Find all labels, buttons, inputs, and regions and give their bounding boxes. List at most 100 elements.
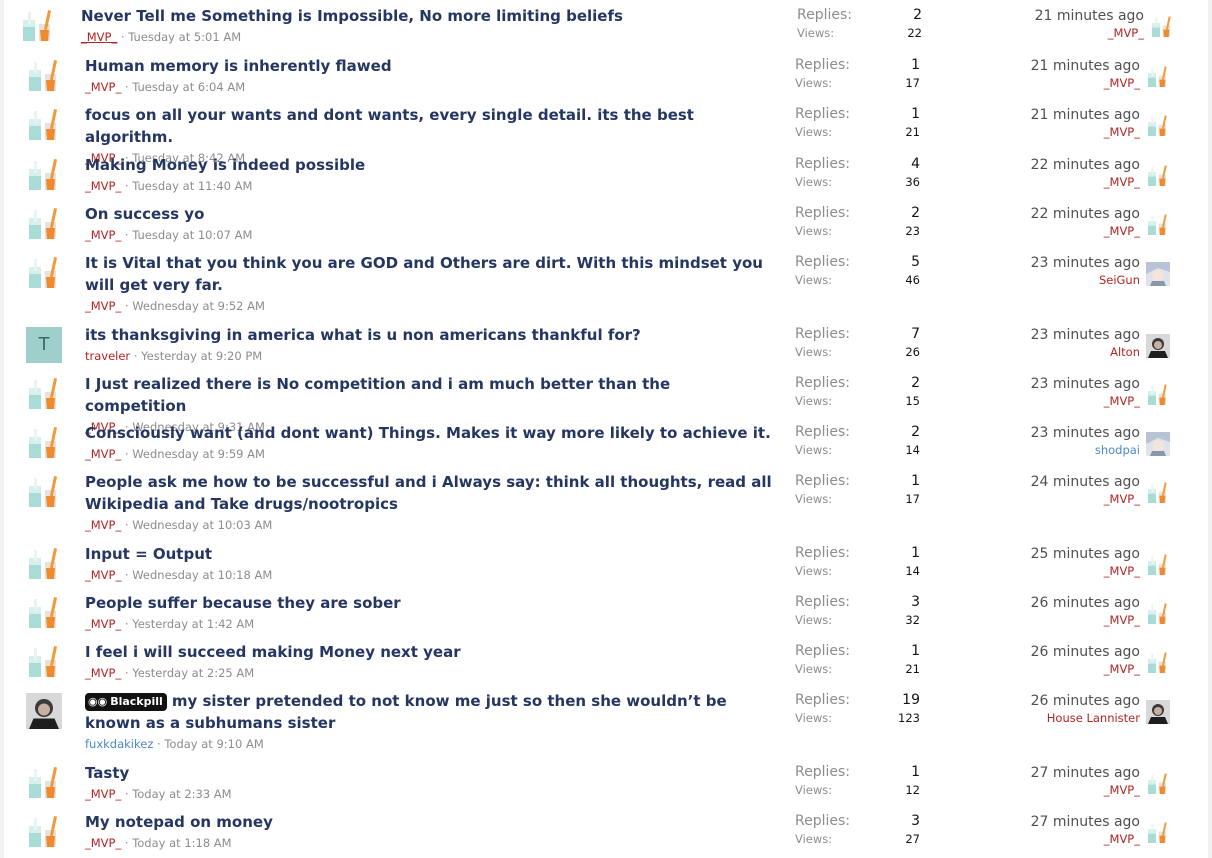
last-poster-link[interactable]: shodpai xyxy=(940,442,1140,459)
thread-date-link[interactable]: Wednesday at 10:03 AM xyxy=(132,518,272,532)
last-poster-link[interactable]: _MVP_ xyxy=(940,393,1140,410)
thread-title-link[interactable]: My notepad on money xyxy=(85,811,775,833)
author-link[interactable]: _MVP_ xyxy=(85,617,121,631)
last-poster-link[interactable]: _MVP_ xyxy=(940,491,1140,508)
author-link[interactable]: _MVP_ xyxy=(85,836,121,850)
thread-title-link[interactable]: Making Money is indeed possible xyxy=(85,154,775,176)
last-poster-link[interactable]: House Lannister xyxy=(940,710,1140,727)
letter-avatar[interactable]: T xyxy=(26,327,62,363)
thread-title-link[interactable]: Tasty xyxy=(85,762,775,784)
last-poster-link[interactable]: _MVP_ xyxy=(940,612,1140,629)
last-post-time-link[interactable]: 23 minutes ago xyxy=(940,254,1140,272)
drink-cups-icon[interactable] xyxy=(26,107,62,143)
thread-title-link[interactable]: Input = Output xyxy=(85,543,775,565)
thread-date-link[interactable]: Yesterday at 9:20 PM xyxy=(141,349,262,363)
thread-date-link[interactable]: Wednesday at 9:59 AM xyxy=(132,447,265,461)
thread-date-link[interactable]: Tuesday at 10:07 AM xyxy=(132,228,252,242)
last-poster-link[interactable]: _MVP_ xyxy=(940,223,1140,240)
thread-title-link[interactable]: People ask me how to be successful and i… xyxy=(85,471,775,515)
drink-cups-icon[interactable] xyxy=(26,58,62,94)
thread-prefix-badge[interactable]: ◉◉ Blackpill xyxy=(85,693,167,711)
author-link[interactable]: traveler xyxy=(85,349,130,363)
last-post-time-link[interactable]: 27 minutes ago xyxy=(940,813,1140,831)
last-post-time-link[interactable]: 21 minutes ago xyxy=(944,7,1144,25)
drink-cups-icon[interactable] xyxy=(1146,65,1170,89)
drink-cups-icon[interactable] xyxy=(1146,772,1170,796)
author-link[interactable]: _MVP_ xyxy=(85,518,121,532)
drink-cups-icon[interactable] xyxy=(26,814,62,850)
last-post-time-link[interactable]: 23 minutes ago xyxy=(940,424,1140,442)
last-poster-link[interactable]: _MVP_ xyxy=(940,124,1140,141)
drink-cups-icon[interactable] xyxy=(1150,15,1174,39)
thread-title-link[interactable]: Never Tell me Something is Impossible, N… xyxy=(81,5,771,27)
drink-cups-icon[interactable] xyxy=(26,595,62,631)
drink-cups-icon[interactable] xyxy=(1146,114,1170,138)
thread-date-link[interactable]: Tuesday at 11:40 AM xyxy=(132,179,252,193)
last-post-time-link[interactable]: 27 minutes ago xyxy=(940,764,1140,782)
last-post-time-link[interactable]: 22 minutes ago xyxy=(940,205,1140,223)
last-post-time-link[interactable]: 21 minutes ago xyxy=(940,57,1140,75)
last-post-time-link[interactable]: 26 minutes ago xyxy=(940,643,1140,661)
drink-cups-icon[interactable] xyxy=(26,376,62,412)
author-link[interactable]: _MVP_ xyxy=(85,80,121,94)
author-link[interactable]: _MVP_ xyxy=(85,299,121,313)
last-poster-link[interactable]: _MVP_ xyxy=(940,75,1140,92)
last-poster-link[interactable]: SeiGun xyxy=(940,272,1140,289)
last-post-time-link[interactable]: 26 minutes ago xyxy=(940,594,1140,612)
thread-title-link[interactable]: It is Vital that you think you are GOD a… xyxy=(85,252,775,296)
thread-date-link[interactable]: Tuesday at 5:01 AM xyxy=(128,30,241,44)
photo-avatar-icon[interactable] xyxy=(1146,334,1170,358)
drink-cups-icon[interactable] xyxy=(26,644,62,680)
last-poster-link[interactable]: Alton xyxy=(940,344,1140,361)
thread-date-link[interactable]: Yesterday at 1:42 AM xyxy=(132,617,254,631)
drink-cups-icon[interactable] xyxy=(26,425,62,461)
drink-cups-icon[interactable] xyxy=(1146,481,1170,505)
anime-avatar-icon[interactable] xyxy=(1146,432,1170,456)
thread-title-link[interactable]: I Just realized there is No competition … xyxy=(85,373,775,417)
author-link[interactable]: fuxkdakikez xyxy=(85,737,153,751)
thread-title-link[interactable]: ◉◉ Blackpill my sister pretended to not kn… xyxy=(85,690,775,734)
last-poster-link[interactable]: _MVP_ xyxy=(940,831,1140,848)
last-post-time-link[interactable]: 26 minutes ago xyxy=(940,692,1140,710)
last-poster-link[interactable]: _MVP_ xyxy=(940,174,1140,191)
photo-avatar-icon[interactable] xyxy=(26,693,62,729)
drink-cups-icon[interactable] xyxy=(1146,553,1170,577)
drink-cups-icon[interactable] xyxy=(26,157,62,193)
drink-cups-icon[interactable] xyxy=(26,765,62,801)
drink-cups-icon[interactable] xyxy=(26,206,62,242)
drink-cups-icon[interactable] xyxy=(1146,383,1170,407)
photo-avatar-icon[interactable] xyxy=(1146,700,1170,724)
thread-date-link[interactable]: Today at 9:10 AM xyxy=(164,737,263,751)
thread-date-link[interactable]: Tuesday at 6:04 AM xyxy=(132,80,245,94)
author-avatar[interactable]: T xyxy=(26,327,62,363)
anime-avatar-icon[interactable] xyxy=(1146,262,1170,286)
thread-date-link[interactable]: Wednesday at 9:52 AM xyxy=(132,299,265,313)
author-link[interactable]: _MVP_ xyxy=(85,228,121,242)
drink-cups-icon[interactable] xyxy=(1146,821,1170,845)
last-post-time-link[interactable]: 25 minutes ago xyxy=(940,545,1140,563)
drink-cups-icon[interactable] xyxy=(20,8,56,44)
drink-cups-icon[interactable] xyxy=(26,255,62,291)
last-poster-link[interactable]: _MVP_ xyxy=(940,782,1140,799)
last-poster-link[interactable]: _MVP_ xyxy=(944,25,1144,42)
last-post-time-link[interactable]: 21 minutes ago xyxy=(940,106,1140,124)
thread-title-link[interactable]: its thanksgiving in america what is u no… xyxy=(85,324,775,346)
drink-cups-icon[interactable] xyxy=(1146,651,1170,675)
thread-title-link[interactable]: focus on all your wants and dont wants, … xyxy=(85,104,775,148)
author-link[interactable]: _MVP_ xyxy=(85,447,121,461)
author-link[interactable]: _MVP_ xyxy=(85,179,121,193)
author-link[interactable]: _MVP_ xyxy=(85,787,121,801)
last-post-time-link[interactable]: 24 minutes ago xyxy=(940,473,1140,491)
thread-date-link[interactable]: Wednesday at 10:18 AM xyxy=(132,568,272,582)
thread-title-link[interactable]: People suffer because they are sober xyxy=(85,592,775,614)
thread-title-link[interactable]: Consciously want (and dont want) Things.… xyxy=(85,422,775,444)
thread-date-link[interactable]: Yesterday at 2:25 AM xyxy=(132,666,254,680)
drink-cups-icon[interactable] xyxy=(26,546,62,582)
last-post-time-link[interactable]: 23 minutes ago xyxy=(940,326,1140,344)
last-post-time-link[interactable]: 23 minutes ago xyxy=(940,375,1140,393)
thread-title-link[interactable]: On success yo xyxy=(85,203,775,225)
drink-cups-icon[interactable] xyxy=(26,474,62,510)
author-link[interactable]: _MVP_ xyxy=(85,568,121,582)
drink-cups-icon[interactable] xyxy=(1146,213,1170,237)
thread-date-link[interactable]: Today at 2:33 AM xyxy=(132,787,231,801)
